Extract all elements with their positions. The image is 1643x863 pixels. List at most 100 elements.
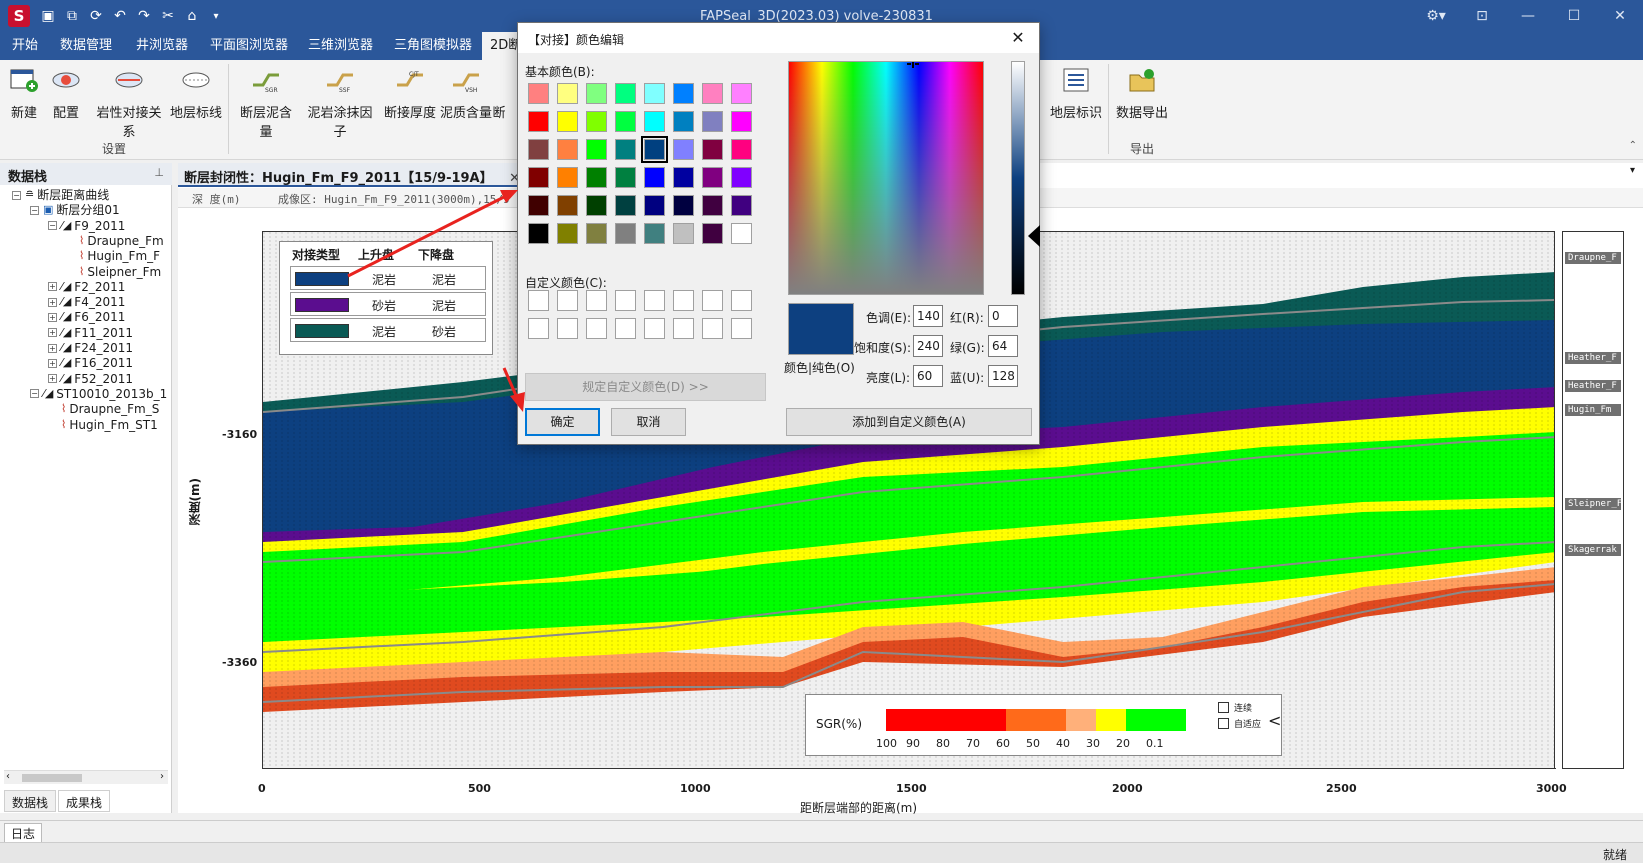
scroll-left-icon[interactable]: ‹ bbox=[6, 771, 10, 782]
custom-color-swatch[interactable] bbox=[528, 290, 549, 311]
basic-color-swatch[interactable] bbox=[586, 195, 607, 216]
tree-node[interactable]: + ⁄◢ F2_2011 bbox=[48, 279, 125, 295]
custom-color-swatch[interactable] bbox=[673, 290, 694, 311]
luminance-arrow-icon[interactable] bbox=[1028, 225, 1040, 247]
red-field[interactable]: 0 bbox=[988, 305, 1018, 327]
basic-color-swatch[interactable] bbox=[615, 111, 636, 132]
custom-color-swatch[interactable] bbox=[615, 290, 636, 311]
ok-button[interactable]: 确定 bbox=[525, 408, 600, 436]
throw-thickness-button[interactable]: CJT 断接厚度 bbox=[380, 66, 440, 121]
basic-color-swatch[interactable] bbox=[615, 195, 636, 216]
custom-color-swatch[interactable] bbox=[702, 318, 723, 339]
tab-triangle-simulator[interactable]: 三角图模拟器 bbox=[386, 32, 480, 60]
custom-color-swatch[interactable] bbox=[673, 318, 694, 339]
custom-color-swatch[interactable] bbox=[586, 290, 607, 311]
refresh-icon[interactable]: ⟳ bbox=[84, 4, 108, 28]
custom-color-swatch[interactable] bbox=[586, 318, 607, 339]
basic-color-swatch[interactable] bbox=[641, 136, 668, 163]
basic-color-swatch[interactable] bbox=[702, 195, 723, 216]
basic-color-swatch[interactable] bbox=[702, 111, 723, 132]
config-button[interactable]: 配置 bbox=[36, 66, 96, 121]
tree-node[interactable]: ⌇ Hugin_Fm_F bbox=[66, 248, 160, 264]
basic-color-swatch[interactable] bbox=[702, 223, 723, 244]
quick-access-dropdown-icon[interactable]: ▾ bbox=[204, 4, 228, 28]
basic-color-swatch[interactable] bbox=[528, 195, 549, 216]
basic-color-swatch[interactable] bbox=[528, 167, 549, 188]
tree-node[interactable]: − ▣ 断层分组01 bbox=[30, 202, 120, 218]
tree-node[interactable]: + ⁄◢ F6_2011 bbox=[48, 309, 125, 325]
custom-color-swatch[interactable] bbox=[615, 318, 636, 339]
close-button[interactable]: ✕ bbox=[1597, 0, 1643, 32]
data-export-button[interactable]: 数据导出 bbox=[1112, 66, 1172, 121]
tab-list-dropdown-icon[interactable]: ▾ bbox=[1630, 165, 1635, 176]
basic-color-swatch[interactable] bbox=[557, 223, 578, 244]
basic-color-swatch[interactable] bbox=[615, 223, 636, 244]
ribbon-partial-button[interactable]: 断 bbox=[484, 66, 514, 121]
blue-field[interactable]: 128 bbox=[988, 365, 1018, 387]
basic-color-swatch[interactable] bbox=[673, 139, 694, 160]
basic-color-swatch[interactable] bbox=[673, 83, 694, 104]
custom-color-swatch[interactable] bbox=[702, 290, 723, 311]
horizon-marker-button[interactable]: 地层标线 bbox=[166, 66, 226, 121]
legend-swatch[interactable] bbox=[295, 298, 349, 312]
basic-color-swatch[interactable] bbox=[557, 111, 578, 132]
collapse-colorbar-icon[interactable]: < bbox=[1268, 711, 1281, 730]
basic-color-swatch[interactable] bbox=[528, 111, 549, 132]
minimize-button[interactable]: — bbox=[1505, 0, 1551, 32]
tab-3d-browser[interactable]: 三维浏览器 bbox=[300, 32, 381, 60]
custom-color-swatch[interactable] bbox=[731, 318, 752, 339]
custom-color-swatch[interactable] bbox=[644, 290, 665, 311]
basic-color-swatch[interactable] bbox=[731, 223, 752, 244]
cancel-button[interactable]: 取消 bbox=[611, 408, 686, 436]
basic-color-swatch[interactable] bbox=[586, 167, 607, 188]
expand-toggle-icon[interactable]: + bbox=[48, 374, 57, 384]
basic-color-swatch[interactable] bbox=[586, 111, 607, 132]
log-tab[interactable]: 日志 bbox=[4, 823, 43, 844]
add-to-custom-colors-button[interactable]: 添加到自定义颜色(A) bbox=[786, 408, 1032, 436]
hue-saturation-spectrum[interactable] bbox=[788, 61, 984, 295]
tab-map-browser[interactable]: 平面图浏览器 bbox=[202, 32, 296, 60]
basic-color-swatch[interactable] bbox=[615, 83, 636, 104]
expand-toggle-icon[interactable]: − bbox=[30, 389, 39, 399]
adaptive-checkbox[interactable]: 自适应 bbox=[1218, 717, 1261, 730]
restore-window-icon[interactable]: ⊡ bbox=[1459, 0, 1505, 32]
continuous-checkbox[interactable]: 连续 bbox=[1218, 701, 1252, 714]
basic-color-swatch[interactable] bbox=[586, 223, 607, 244]
tab-data-stack[interactable]: 数据栈 bbox=[4, 790, 57, 812]
basic-color-swatch[interactable] bbox=[644, 83, 665, 104]
expand-toggle-icon[interactable]: − bbox=[48, 221, 57, 231]
basic-color-swatch[interactable] bbox=[731, 195, 752, 216]
tab-data-management[interactable]: 数据管理 bbox=[52, 32, 120, 60]
sgr-button[interactable]: SGR 断层泥含量 bbox=[236, 66, 296, 140]
expand-toggle-icon[interactable]: + bbox=[48, 297, 57, 307]
basic-color-swatch[interactable] bbox=[557, 83, 578, 104]
tree-node[interactable]: + ⁄◢ F16_2011 bbox=[48, 355, 133, 371]
checkbox-box[interactable] bbox=[1218, 702, 1229, 713]
basic-color-swatch[interactable] bbox=[557, 167, 578, 188]
basic-color-swatch[interactable] bbox=[731, 167, 752, 188]
basic-color-swatch[interactable] bbox=[615, 167, 636, 188]
tab-start[interactable]: 开始 bbox=[4, 32, 46, 60]
checkbox-box[interactable] bbox=[1218, 718, 1229, 729]
tree-node[interactable]: ⌇ Draupne_Fm bbox=[66, 233, 164, 249]
luminance-slider[interactable] bbox=[1011, 61, 1025, 295]
tree-horizontal-scrollbar[interactable]: ‹ › bbox=[4, 770, 168, 784]
scroll-thumb[interactable] bbox=[22, 774, 82, 782]
luminance-field[interactable]: 60 bbox=[913, 365, 943, 387]
expand-toggle-icon[interactable]: + bbox=[48, 343, 57, 353]
green-field[interactable]: 64 bbox=[988, 335, 1018, 357]
basic-color-swatch[interactable] bbox=[731, 111, 752, 132]
custom-color-swatch[interactable] bbox=[731, 290, 752, 311]
custom-color-swatch[interactable] bbox=[557, 290, 578, 311]
tab-result-stack[interactable]: 成果栈 bbox=[58, 790, 111, 812]
home-icon[interactable]: ⌂ bbox=[180, 4, 204, 28]
basic-color-swatch[interactable] bbox=[528, 83, 549, 104]
basic-color-swatch[interactable] bbox=[528, 139, 549, 160]
maximize-button[interactable]: ☐ bbox=[1551, 0, 1597, 32]
expand-toggle-icon[interactable]: + bbox=[48, 282, 57, 292]
tree-node[interactable]: ⌇ Draupne_Fm_S bbox=[48, 401, 159, 417]
legend-swatch[interactable] bbox=[295, 324, 349, 338]
basic-color-swatch[interactable] bbox=[557, 139, 578, 160]
expand-toggle-icon[interactable]: − bbox=[30, 205, 39, 215]
tree-node[interactable]: − ≘ 断层距离曲线 bbox=[12, 187, 109, 203]
